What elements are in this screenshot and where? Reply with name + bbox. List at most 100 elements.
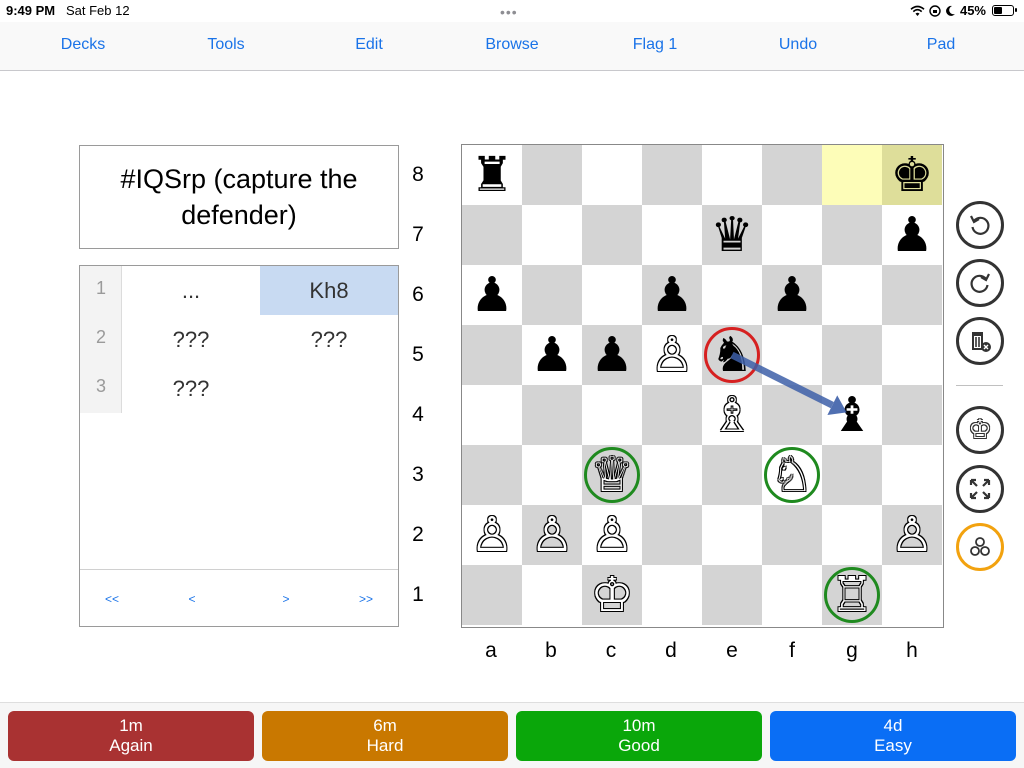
square-a3[interactable]	[462, 445, 522, 505]
square-h4[interactable]	[882, 385, 942, 445]
square-g4[interactable]: ♝	[822, 385, 882, 445]
white-knight-icon[interactable]: ♘	[770, 451, 813, 499]
square-c8[interactable]	[582, 145, 642, 205]
black-rook-icon[interactable]: ♜	[470, 151, 513, 199]
square-f4[interactable]	[762, 385, 822, 445]
white-king-icon[interactable]: ♔	[590, 571, 633, 619]
square-d1[interactable]	[642, 565, 702, 625]
move-white[interactable]: ...	[122, 266, 260, 315]
black-pawn-icon[interactable]: ♟	[770, 271, 813, 319]
chess-board[interactable]: ♜ ♚ ♛ ♟ ♟ ♟ ♟ ♟ ♟ ♙ ♞ ♗ ♝ ♕ ♘ ♙ ♙ ♙ ♙ ♔ ♖	[461, 144, 944, 628]
move-black[interactable]: ???	[260, 315, 398, 364]
easy-button[interactable]: 4d Easy	[770, 711, 1016, 761]
move-white[interactable]: ???	[122, 364, 260, 413]
toolbar-decks[interactable]: Decks	[61, 36, 105, 54]
square-f5[interactable]	[762, 325, 822, 385]
square-h3[interactable]	[882, 445, 942, 505]
square-f3[interactable]: ♘	[762, 445, 822, 505]
nav-next-button[interactable]: >	[282, 592, 289, 606]
multitask-dots-icon[interactable]: •••	[500, 4, 518, 20]
black-king-icon[interactable]: ♚	[890, 151, 933, 199]
expand-button[interactable]	[956, 465, 1004, 513]
toolbar-flag[interactable]: Flag 1	[633, 36, 677, 54]
rotate-left-button[interactable]	[956, 201, 1004, 249]
square-a2[interactable]: ♙	[462, 505, 522, 565]
king-button[interactable]: ♔	[956, 406, 1004, 454]
toolbar-tools[interactable]: Tools	[207, 36, 244, 54]
square-c3[interactable]: ♕	[582, 445, 642, 505]
toolbar-edit[interactable]: Edit	[355, 36, 383, 54]
again-button[interactable]: 1m Again	[8, 711, 254, 761]
square-e1[interactable]	[702, 565, 762, 625]
move-white[interactable]: ???	[122, 315, 260, 364]
square-f1[interactable]	[762, 565, 822, 625]
toolbar-pad[interactable]: Pad	[927, 36, 955, 54]
square-g1[interactable]: ♖	[822, 565, 882, 625]
square-d6[interactable]: ♟	[642, 265, 702, 325]
square-c6[interactable]	[582, 265, 642, 325]
square-e8[interactable]	[702, 145, 762, 205]
good-button[interactable]: 10m Good	[516, 711, 762, 761]
white-pawn-icon[interactable]: ♙	[470, 511, 513, 559]
square-b1[interactable]	[522, 565, 582, 625]
square-a5[interactable]	[462, 325, 522, 385]
square-g6[interactable]	[822, 265, 882, 325]
square-f6[interactable]: ♟	[762, 265, 822, 325]
black-pawn-icon[interactable]: ♟	[470, 271, 513, 319]
square-b2[interactable]: ♙	[522, 505, 582, 565]
square-d5[interactable]: ♙	[642, 325, 702, 385]
circles-button[interactable]	[956, 523, 1004, 571]
square-e2[interactable]	[702, 505, 762, 565]
nav-last-button[interactable]: >>	[359, 592, 373, 606]
square-d3[interactable]	[642, 445, 702, 505]
square-h1[interactable]	[882, 565, 942, 625]
square-f7[interactable]	[762, 205, 822, 265]
white-bishop-icon[interactable]: ♗	[710, 391, 753, 439]
square-g7[interactable]	[822, 205, 882, 265]
black-pawn-icon[interactable]: ♟	[650, 271, 693, 319]
square-b8[interactable]	[522, 145, 582, 205]
square-a4[interactable]	[462, 385, 522, 445]
square-h2[interactable]: ♙	[882, 505, 942, 565]
nav-first-button[interactable]: <<	[105, 592, 119, 606]
toolbar-undo[interactable]: Undo	[779, 36, 817, 54]
square-e3[interactable]	[702, 445, 762, 505]
square-e4[interactable]: ♗	[702, 385, 762, 445]
square-e5[interactable]: ♞	[702, 325, 762, 385]
square-h6[interactable]	[882, 265, 942, 325]
square-g8[interactable]	[822, 145, 882, 205]
white-pawn-icon[interactable]: ♙	[590, 511, 633, 559]
square-e7[interactable]: ♛	[702, 205, 762, 265]
square-c1[interactable]: ♔	[582, 565, 642, 625]
square-g2[interactable]	[822, 505, 882, 565]
square-f2[interactable]	[762, 505, 822, 565]
clear-board-button[interactable]	[956, 317, 1004, 365]
square-b4[interactable]	[522, 385, 582, 445]
square-d8[interactable]	[642, 145, 702, 205]
black-queen-icon[interactable]: ♛	[710, 211, 753, 259]
toolbar-browse[interactable]: Browse	[485, 36, 538, 54]
black-knight-icon[interactable]: ♞	[710, 331, 753, 379]
black-pawn-icon[interactable]: ♟	[590, 331, 633, 379]
white-pawn-icon[interactable]: ♙	[530, 511, 573, 559]
white-pawn-icon[interactable]: ♙	[890, 511, 933, 559]
rotate-right-button[interactable]	[956, 259, 1004, 307]
white-rook-icon[interactable]: ♖	[830, 571, 873, 619]
square-g3[interactable]	[822, 445, 882, 505]
square-b7[interactable]	[522, 205, 582, 265]
square-c2[interactable]: ♙	[582, 505, 642, 565]
square-a7[interactable]	[462, 205, 522, 265]
square-b6[interactable]	[522, 265, 582, 325]
square-d7[interactable]	[642, 205, 702, 265]
square-e6[interactable]	[702, 265, 762, 325]
square-c7[interactable]	[582, 205, 642, 265]
square-b3[interactable]	[522, 445, 582, 505]
square-d2[interactable]	[642, 505, 702, 565]
square-a6[interactable]: ♟	[462, 265, 522, 325]
square-a8[interactable]: ♜	[462, 145, 522, 205]
square-h7[interactable]: ♟	[882, 205, 942, 265]
nav-prev-button[interactable]: <	[188, 592, 195, 606]
hard-button[interactable]: 6m Hard	[262, 711, 508, 761]
black-pawn-icon[interactable]: ♟	[530, 331, 573, 379]
square-h8[interactable]: ♚	[882, 145, 942, 205]
